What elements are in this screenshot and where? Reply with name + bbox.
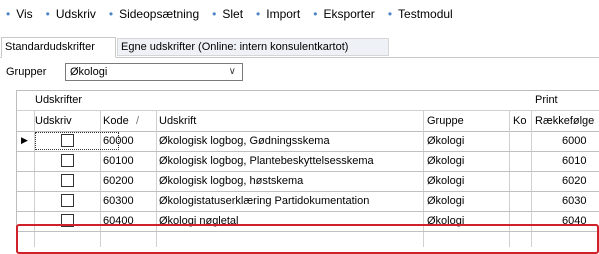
col-udskrift[interactable]: Udskrift (159, 115, 196, 127)
cell-kode: 60000 (103, 135, 134, 147)
col-kode[interactable]: Kode (103, 115, 129, 127)
bullet-icon: • (256, 7, 261, 21)
cell-order: 6020 (562, 175, 587, 187)
udskriv-checkbox[interactable] (61, 134, 74, 147)
cell-udskrift: Økologisk logbog, høstskema (159, 175, 304, 187)
table-row[interactable]: ▶ 60000 Økologisk logbog, Gødningsskema … (17, 132, 599, 152)
udskriv-checkbox[interactable] (61, 154, 74, 167)
udskriv-checkbox[interactable] (61, 194, 74, 207)
col-udskriv[interactable]: Udskriv (35, 115, 72, 127)
col-ko[interactable]: Ko (513, 115, 526, 127)
cell-gruppe: Økologi (427, 155, 465, 167)
tab-standardudskrifter[interactable]: Standardudskrifter (1, 37, 116, 58)
menu-eksporter[interactable]: • Eksporter (313, 7, 375, 21)
col-gruppe[interactable]: Gruppe (427, 115, 464, 127)
menu-udskriv-label: Udskriv (55, 7, 96, 21)
bullet-icon: • (108, 7, 114, 21)
grid-band-header: Udskrifter Print (17, 91, 599, 111)
cell-order: 6030 (562, 195, 587, 207)
highlight-annotation (16, 224, 599, 254)
tab-strip: Standardudskrifter Egne udskrifter (Onli… (0, 37, 599, 58)
menu-slet-label: Slet (222, 7, 244, 21)
tab-egne-udskrifter[interactable]: Egne udskrifter (Online: intern konsulen… (117, 38, 389, 56)
cell-order: 6010 (562, 155, 587, 167)
cell-gruppe: Økologi (427, 195, 465, 207)
group-select[interactable]: Økologi ∨ (65, 63, 243, 81)
grid-column-header: Udskriv Kode / Udskrift Gruppe Ko Rækkef… (17, 111, 599, 132)
cell-udskrift: Økologisk logbog, Gødningsskema (159, 135, 330, 147)
cell-udskrift: Økologisk logbog, Plantebeskyttelsesskem… (159, 155, 374, 167)
cell-udskrift: Økologistatuserklæring Partidokumentatio… (159, 195, 370, 207)
group-label: Grupper (6, 66, 47, 78)
bullet-icon: • (387, 7, 393, 21)
cell-gruppe: Økologi (427, 175, 465, 187)
group-select-value: Økologi (70, 66, 108, 78)
row-indicator-icon: ▶ (21, 135, 28, 145)
cell-kode: 60100 (103, 155, 134, 167)
band-print: Print (535, 94, 558, 106)
menu-import-label: Import (266, 7, 301, 21)
bullet-icon: • (212, 7, 217, 21)
band-udskrifter: Udskrifter (35, 94, 83, 106)
menu-sideopsaetning-label: Sideopsætning (119, 7, 200, 21)
chevron-down-icon: ∨ (228, 66, 236, 77)
sort-indicator-icon: / (136, 115, 140, 127)
bullet-icon: • (6, 7, 11, 21)
menu-import[interactable]: • Import (256, 7, 300, 21)
table-row[interactable]: 60200 Økologisk logbog, høstskema Økolog… (17, 172, 599, 192)
menu-udskriv[interactable]: • Udskriv (46, 7, 96, 21)
menu-slet[interactable]: • Slet (212, 7, 243, 21)
bullet-icon: • (313, 7, 318, 21)
menu-sideopsaetning[interactable]: • Sideopsætning (109, 7, 199, 21)
menu-testmodul-label: Testmodul (398, 7, 453, 21)
menu-testmodul[interactable]: • Testmodul (388, 7, 453, 21)
cell-order: 6000 (562, 135, 587, 147)
udskriv-checkbox[interactable] (61, 174, 74, 187)
table-row[interactable]: 60300 Økologistatuserklæring Partidokume… (17, 192, 599, 212)
menu-bar: • Vis • Udskriv • Sideopsætning • Slet • Impo… (0, 0, 599, 28)
cell-gruppe: Økologi (427, 135, 465, 147)
bullet-icon: • (45, 7, 50, 21)
menu-vis[interactable]: • Vis (6, 7, 33, 21)
menu-vis-label: Vis (16, 7, 33, 21)
col-raekkefoelge[interactable]: Rækkefølge (535, 115, 594, 127)
table-row[interactable]: 60100 Økologisk logbog, Plantebeskyttels… (17, 152, 599, 172)
menu-eksporter-label: Eksporter (323, 7, 375, 21)
cell-kode: 60300 (103, 195, 134, 207)
cell-kode: 60200 (103, 175, 134, 187)
